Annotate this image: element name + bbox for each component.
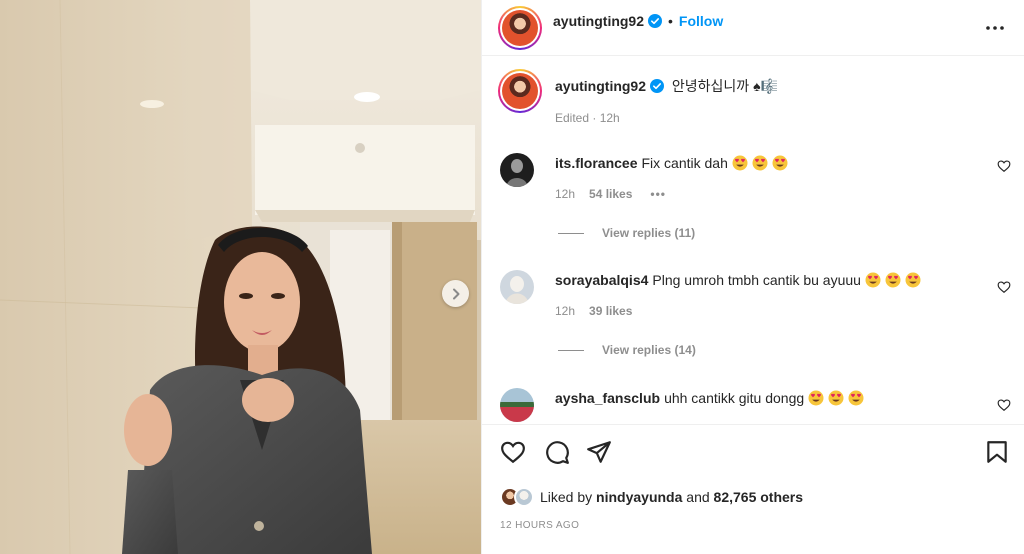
heart-eyes-emoji-icon [732, 155, 748, 171]
comment-likes[interactable]: 39 likes [589, 304, 632, 318]
view-replies-button[interactable]: View replies (11) [558, 226, 695, 240]
verified-badge-icon [648, 14, 663, 33]
liked-by-others-link[interactable]: 82,765 others [714, 489, 804, 505]
separator-dot: • [668, 13, 673, 29]
liked-by-user-link[interactable]: nindyayunda [596, 489, 682, 505]
emoji-group [804, 390, 864, 406]
view-replies-label: View replies (11) [602, 226, 696, 240]
comments-list[interactable]: ayutingting92 안녕하십니까 ♠🎼 Edited · 12h its… [482, 57, 1024, 424]
author-username[interactable]: ayutingting92 [553, 13, 644, 29]
comment-more-options[interactable]: ••• [650, 187, 666, 201]
heart-eyes-emoji-icon [848, 390, 864, 406]
replies-divider [558, 232, 584, 234]
commenter-avatar[interactable] [500, 270, 534, 304]
caption-meta: Edited · 12h [555, 111, 620, 125]
comment-body: Plng umroh tmbh cantik bu ayuuu [652, 272, 861, 288]
post-side-panel: ayutingting92 • Follow ayutingting92 안녕하십니… [481, 0, 1024, 554]
view-replies-label: View replies (14) [602, 343, 696, 357]
post-media[interactable] [0, 0, 481, 554]
comment-text: aysha_fansclub uhh cantikk gitu dongg [555, 389, 864, 407]
liked-by-summary: Liked by nindyayunda and 82,765 others [500, 487, 803, 507]
next-image-button[interactable] [442, 280, 469, 307]
heart-eyes-emoji-icon [752, 155, 768, 171]
caption-text: ayutingting92 안녕하십니까 ♠🎼 [555, 76, 778, 96]
liked-by-and: and [686, 489, 710, 505]
header-user-line: ayutingting92 • Follow [553, 13, 723, 33]
comment-text: sorayabalqis4 Plng umroh tmbh cantik bu a… [555, 271, 921, 289]
like-comment-heart-icon[interactable] [997, 398, 1011, 412]
comment-time: 12h [555, 304, 576, 318]
commenter-avatar[interactable] [500, 388, 534, 422]
heart-eyes-emoji-icon [808, 390, 824, 406]
emoji-group [861, 272, 921, 288]
commenter-avatar[interactable] [500, 153, 534, 187]
like-comment-heart-icon[interactable] [997, 159, 1011, 173]
view-replies-button[interactable]: View replies (14) [558, 343, 696, 357]
chevron-right-icon [452, 288, 459, 299]
verified-badge-icon [650, 79, 665, 96]
liked-by-text: Liked by nindyayunda and 82,765 others [540, 489, 803, 505]
post-timestamp[interactable]: 12 HOURS AGO [500, 520, 579, 531]
share-icon[interactable] [586, 439, 612, 465]
more-options-icon[interactable] [985, 18, 1005, 38]
commenter-username[interactable]: aysha_fansclub [555, 390, 660, 406]
post-photo [0, 0, 481, 554]
commenter-username[interactable]: sorayabalqis4 [555, 272, 648, 288]
follow-button[interactable]: Follow [679, 13, 723, 29]
commenter-username[interactable]: its.florancee [555, 155, 637, 171]
like-heart-icon[interactable] [500, 439, 526, 465]
heart-eyes-emoji-icon [885, 272, 901, 288]
bookmark-icon[interactable] [984, 439, 1010, 465]
comment-text: its.florancee Fix cantik dah [555, 154, 788, 172]
comment-likes[interactable]: 54 likes [589, 187, 632, 201]
comment-meta: 12h 54 likes ••• [555, 187, 666, 201]
liked-by-prefix: Liked by [540, 489, 593, 505]
comment-body: Fix cantik dah [641, 155, 728, 171]
liker-avatar[interactable] [514, 487, 534, 507]
caption-username[interactable]: ayutingting92 [555, 78, 646, 94]
like-comment-heart-icon[interactable] [997, 280, 1011, 294]
emoji-group [728, 155, 788, 171]
heart-eyes-emoji-icon [772, 155, 788, 171]
caption-body: 안녕하십니까 ♠🎼 [671, 78, 778, 94]
heart-eyes-emoji-icon [905, 272, 921, 288]
comment-icon[interactable] [544, 439, 570, 465]
heart-eyes-emoji-icon [865, 272, 881, 288]
replies-divider [558, 349, 584, 351]
caption-author-avatar[interactable] [498, 69, 542, 113]
post-actions: Liked by nindyayunda and 82,765 others 1… [482, 424, 1024, 550]
comment-time: 12h [555, 187, 576, 201]
post-header: ayutingting92 • Follow [482, 0, 1024, 56]
comment-meta: 12h 39 likes [555, 304, 632, 318]
comment-body: uhh cantikk gitu dongg [664, 390, 805, 406]
author-avatar[interactable] [498, 6, 542, 50]
heart-eyes-emoji-icon [828, 390, 844, 406]
